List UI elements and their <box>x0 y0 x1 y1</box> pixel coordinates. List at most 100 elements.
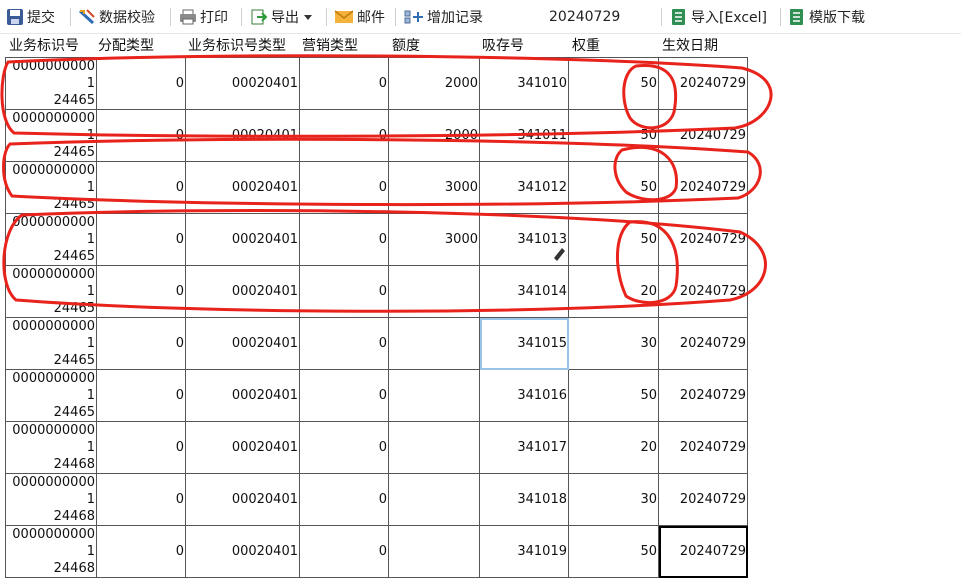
amount-cell[interactable]: 3000 <box>388 213 480 266</box>
effective-date-cell[interactable]: 20240729 <box>658 161 748 214</box>
column-header[interactable]: 生效日期 <box>662 36 718 56</box>
effective-date-cell[interactable]: 20240729 <box>658 473 748 526</box>
deposit-no-cell[interactable]: 341019 <box>479 525 569 578</box>
mkt-type-cell[interactable]: 0 <box>299 57 389 110</box>
amount-cell[interactable] <box>388 317 480 370</box>
id-type-cell[interactable]: 00020401 <box>185 369 300 422</box>
deposit-no-cell[interactable]: 341013 <box>479 213 569 266</box>
amount-cell[interactable]: 2000 <box>388 57 480 110</box>
alloc-type-cell[interactable]: 0 <box>96 473 186 526</box>
amount-cell[interactable] <box>388 421 480 474</box>
business-id-cell[interactable]: 00000000001 24468 <box>5 421 97 474</box>
weight-cell[interactable]: 50 <box>568 369 659 422</box>
column-header[interactable]: 吸存号 <box>482 36 524 56</box>
chevron-down-icon[interactable] <box>304 14 312 20</box>
effective-date-cell[interactable]: 20240729 <box>658 213 748 266</box>
alloc-type-cell[interactable]: 0 <box>96 57 186 110</box>
weight-cell[interactable]: 30 <box>568 317 659 370</box>
mkt-type-cell[interactable]: 0 <box>299 525 389 578</box>
effective-date-cell[interactable]: 20240729 <box>658 369 748 422</box>
weight-cell[interactable]: 20 <box>568 265 659 318</box>
mkt-type-cell[interactable]: 0 <box>299 265 389 318</box>
deposit-no-cell[interactable]: 341016 <box>479 369 569 422</box>
validate-button[interactable]: 数据校验 <box>78 6 155 28</box>
weight-cell[interactable]: 50 <box>568 213 659 266</box>
alloc-type-cell[interactable]: 0 <box>96 369 186 422</box>
id-type-cell[interactable]: 00020401 <box>185 265 300 318</box>
effective-date-cell[interactable]: 20240729 <box>658 109 748 162</box>
effective-date-cell[interactable]: 20240729 <box>658 421 748 474</box>
business-id-cell[interactable]: 00000000001 24465 <box>5 161 97 214</box>
weight-cell[interactable]: 30 <box>568 473 659 526</box>
column-header[interactable]: 额度 <box>392 36 420 56</box>
business-id-cell[interactable]: 00000000001 24465 <box>5 213 97 266</box>
column-header[interactable]: 分配类型 <box>98 36 154 56</box>
add-record-button[interactable]: 增加记录 <box>404 6 483 28</box>
mail-button[interactable]: 邮件 <box>334 6 385 28</box>
deposit-no-cell[interactable]: 341010 <box>479 57 569 110</box>
id-type-cell[interactable]: 00020401 <box>185 213 300 266</box>
business-id-line1: 00000000001 <box>12 59 95 91</box>
submit-button[interactable]: 提交 <box>6 6 55 28</box>
id-type-cell[interactable]: 00020401 <box>185 57 300 110</box>
id-type-cell[interactable]: 00020401 <box>185 525 300 578</box>
id-type-cell[interactable]: 00020401 <box>185 473 300 526</box>
weight-cell[interactable]: 20 <box>568 421 659 474</box>
business-id-cell[interactable]: 00000000001 24465 <box>5 109 97 162</box>
effective-date-cell[interactable]: 20240729 <box>658 317 748 370</box>
id-type-cell[interactable]: 00020401 <box>185 161 300 214</box>
weight-cell[interactable]: 50 <box>568 109 659 162</box>
effective-date-cell[interactable]: 20240729 <box>658 265 748 318</box>
weight-cell[interactable]: 50 <box>568 161 659 214</box>
amount-cell[interactable] <box>388 265 480 318</box>
business-id-cell[interactable]: 00000000001 24468 <box>5 525 97 578</box>
effective-date-cell[interactable]: 20240729 <box>658 57 748 110</box>
business-id-cell[interactable]: 00000000001 24468 <box>5 473 97 526</box>
business-id-cell[interactable]: 00000000001 24465 <box>5 57 97 110</box>
alloc-type-cell[interactable]: 0 <box>96 525 186 578</box>
deposit-no-cell[interactable]: 341018 <box>479 473 569 526</box>
mkt-type-cell[interactable]: 0 <box>299 161 389 214</box>
template-download-button[interactable]: 模版下载 <box>788 6 865 28</box>
amount-cell[interactable] <box>388 525 480 578</box>
mkt-type-cell[interactable]: 0 <box>299 473 389 526</box>
mkt-type-cell[interactable]: 0 <box>299 317 389 370</box>
column-header[interactable]: 业务标识号类型 <box>188 36 286 56</box>
mkt-type-cell[interactable]: 0 <box>299 213 389 266</box>
mkt-type-cell[interactable]: 0 <box>299 421 389 474</box>
column-header[interactable]: 权重 <box>572 36 600 56</box>
weight-cell[interactable]: 50 <box>568 57 659 110</box>
mkt-type-cell[interactable]: 0 <box>299 109 389 162</box>
alloc-type-cell[interactable]: 0 <box>96 109 186 162</box>
deposit-no-cell[interactable]: 341012 <box>479 161 569 214</box>
weight-cell[interactable]: 50 <box>568 525 659 578</box>
alloc-type-cell[interactable]: 0 <box>96 265 186 318</box>
business-id-cell[interactable]: 00000000001 24465 <box>5 369 97 422</box>
print-button[interactable]: 打印 <box>179 6 228 28</box>
import-excel-button[interactable]: 导入[Excel] <box>670 6 767 28</box>
id-type-cell[interactable]: 00020401 <box>185 317 300 370</box>
deposit-no-cell[interactable]: 341014 <box>479 265 569 318</box>
amount-cell[interactable]: 3000 <box>388 161 480 214</box>
alloc-type-cell[interactable]: 0 <box>96 421 186 474</box>
deposit-no-cell[interactable]: 341017 <box>479 421 569 474</box>
mkt-type-cell[interactable]: 0 <box>299 369 389 422</box>
amount-cell[interactable] <box>388 473 480 526</box>
business-id-cell[interactable]: 00000000001 24465 <box>5 265 97 318</box>
column-header[interactable]: 营销类型 <box>302 36 358 56</box>
alloc-type-cell[interactable]: 0 <box>96 213 186 266</box>
deposit-no-cell[interactable]: 341011 <box>479 109 569 162</box>
alloc-type-cell[interactable]: 0 <box>96 161 186 214</box>
effective-date-cell[interactable]: 20240729 <box>658 525 748 578</box>
alloc-type-cell[interactable]: 0 <box>96 317 186 370</box>
export-button[interactable]: 导出 <box>250 6 312 28</box>
id-type-cell[interactable]: 00020401 <box>185 109 300 162</box>
amount-cell[interactable] <box>388 369 480 422</box>
business-id-line2: 24465 <box>53 93 95 108</box>
amount-cell[interactable]: 2000 <box>388 109 480 162</box>
date-field[interactable]: 20240729 <box>549 6 620 28</box>
column-header[interactable]: 业务标识号 <box>9 36 79 56</box>
id-type-cell[interactable]: 00020401 <box>185 421 300 474</box>
deposit-no-cell[interactable]: 341015 <box>479 317 569 370</box>
business-id-cell[interactable]: 00000000001 24465 <box>5 317 97 370</box>
